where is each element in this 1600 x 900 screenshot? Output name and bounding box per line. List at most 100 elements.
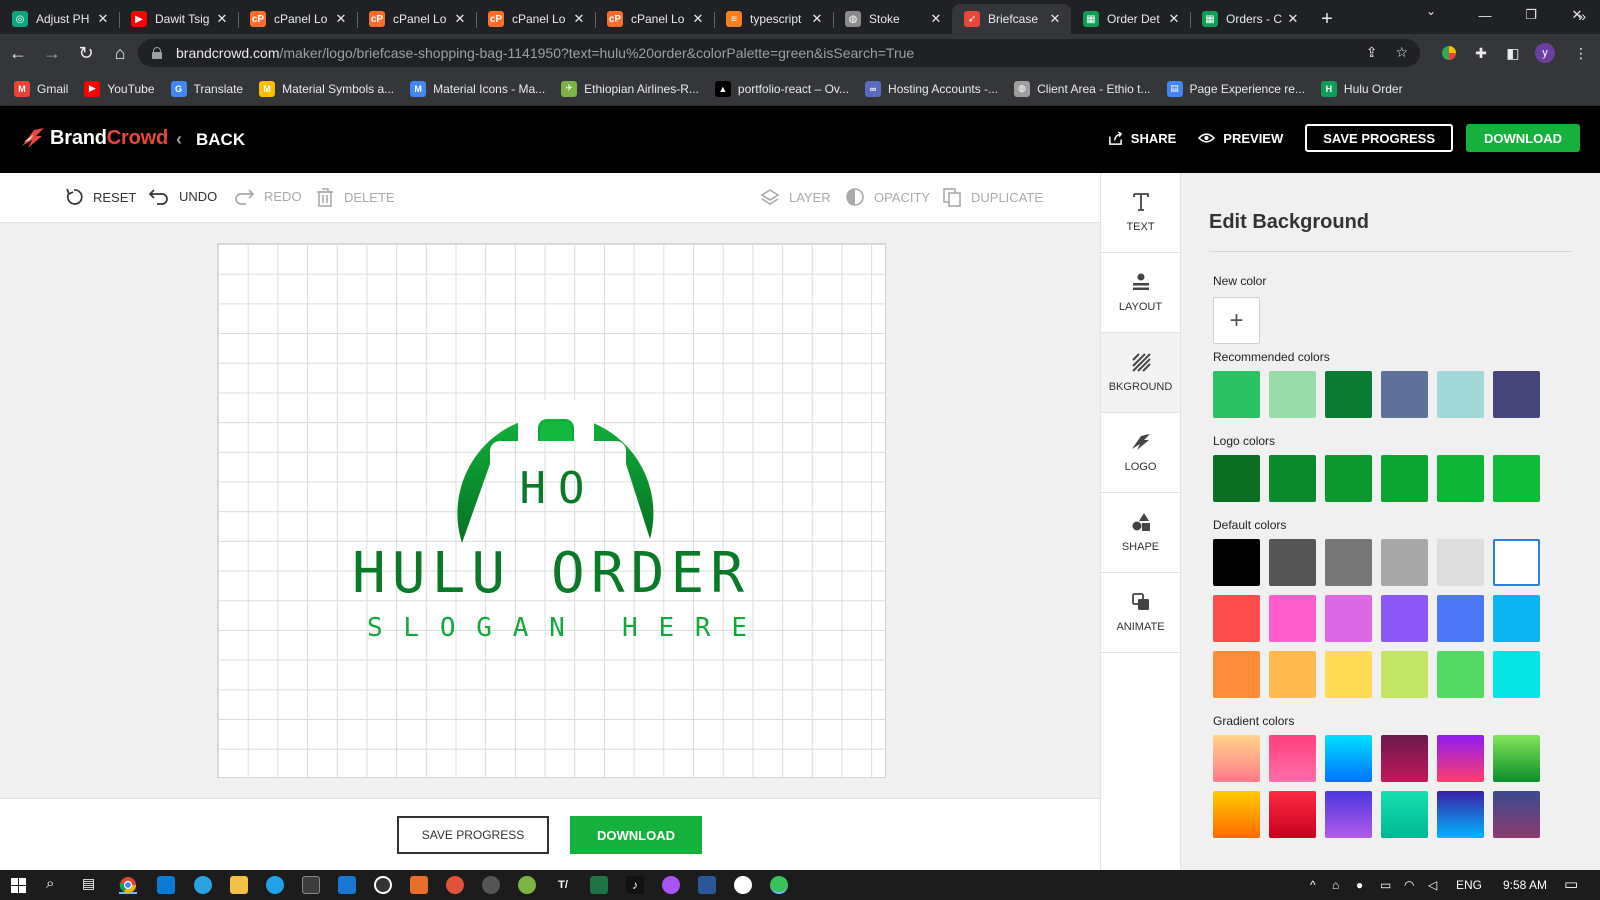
browser-tab[interactable]: ≡ typescript ✕ [714, 4, 833, 34]
xampp-taskbar-icon[interactable] [410, 876, 428, 894]
side-tab-layout[interactable]: LAYOUT [1101, 253, 1180, 333]
close-tab-icon[interactable]: ✕ [452, 11, 468, 27]
browser-tab[interactable]: ▶ Dawit Tsig ✕ [119, 4, 238, 34]
tab-search-icon[interactable]: ⌄ [1426, 4, 1436, 18]
logo-name[interactable]: HULU ORDER [352, 541, 762, 606]
home-icon[interactable]: ⌂ [104, 37, 136, 69]
bookmark-item[interactable]: M Gmail [14, 80, 68, 97]
share-page-icon[interactable]: ⇪ [1366, 44, 1378, 61]
telegram-taskbar-icon[interactable] [194, 876, 212, 894]
side-tab-text[interactable]: TEXT [1101, 173, 1180, 253]
side-tab-animate[interactable]: ANIMATE [1101, 573, 1180, 653]
profile-avatar[interactable]: y [1535, 43, 1555, 63]
browser-menu-icon[interactable]: ⋮ [1570, 42, 1592, 64]
typora-taskbar-icon[interactable]: T/ [554, 876, 572, 894]
bookmark-item[interactable]: G Translate [170, 80, 243, 97]
recommended-color-swatch[interactable] [1213, 371, 1260, 418]
redo-button[interactable]: REDO [233, 187, 302, 205]
default-color-swatch[interactable] [1437, 651, 1484, 698]
browser-tab[interactable]: ▦ Orders - C ✕ [1190, 4, 1309, 34]
default-color-swatch[interactable] [1381, 651, 1428, 698]
delete-button[interactable]: DELETE [315, 187, 395, 207]
close-tab-icon[interactable]: ✕ [1166, 11, 1182, 27]
close-tab-icon[interactable]: ✕ [95, 11, 111, 27]
share-button[interactable]: SHARE [1108, 131, 1176, 146]
bookmark-star-icon[interactable]: ☆ [1395, 44, 1408, 61]
browser-tab[interactable]: ➶ Briefcase ✕ [952, 4, 1071, 34]
close-tab-icon[interactable]: ✕ [1285, 11, 1301, 27]
clock[interactable]: 9:58 AM [1503, 878, 1547, 892]
obs-taskbar-icon[interactable] [482, 876, 500, 894]
wechat-taskbar-icon[interactable] [770, 876, 788, 894]
app-taskbar-icon[interactable] [734, 876, 752, 894]
default-color-swatch[interactable] [1493, 651, 1540, 698]
file-explorer-taskbar-icon[interactable] [230, 876, 248, 894]
default-color-swatch[interactable] [1325, 595, 1372, 642]
gradient-color-swatch[interactable] [1493, 735, 1540, 782]
side-tab-shape[interactable]: SHAPE [1101, 493, 1180, 573]
bookmark-item[interactable]: ∞ Hosting Accounts -... [865, 80, 998, 97]
recommended-color-swatch[interactable] [1381, 371, 1428, 418]
logo-color-swatch[interactable] [1381, 455, 1428, 502]
duplicate-button[interactable]: DUPLICATE [942, 187, 1043, 207]
close-tab-icon[interactable]: ✕ [214, 11, 230, 27]
default-color-swatch[interactable] [1213, 651, 1260, 698]
restore-icon[interactable]: ❐ [1508, 0, 1554, 30]
undo-button[interactable]: UNDO [148, 187, 217, 205]
close-tab-icon[interactable]: ✕ [690, 11, 706, 27]
default-color-swatch[interactable] [1437, 539, 1484, 586]
opacity-button[interactable]: OPACITY [845, 187, 930, 207]
back-arrow-icon[interactable]: ← [2, 37, 34, 69]
app-taskbar-icon[interactable] [374, 876, 392, 894]
default-color-swatch[interactable] [1269, 595, 1316, 642]
close-tab-icon[interactable]: ✕ [809, 11, 825, 27]
recommended-color-swatch[interactable] [1269, 371, 1316, 418]
browser-tab[interactable]: cP cPanel Lo ✕ [476, 4, 595, 34]
default-color-swatch[interactable] [1493, 595, 1540, 642]
battery-icon[interactable]: ▭ [1380, 878, 1391, 892]
mail-taskbar-icon[interactable] [338, 876, 356, 894]
save-progress-button[interactable]: SAVE PROGRESS [1305, 124, 1453, 152]
network-device-icon[interactable]: ⌂ [1332, 878, 1339, 892]
side-tab-logo[interactable]: LOGO [1101, 413, 1180, 493]
default-color-swatch[interactable] [1381, 595, 1428, 642]
show-hidden-icons-icon[interactable]: ^ [1310, 878, 1316, 892]
side-panel-icon[interactable]: ◧ [1502, 42, 1524, 64]
new-tab-button[interactable]: + [1309, 4, 1345, 34]
brandcrowd-logo[interactable]: Brand Crowd [20, 126, 168, 150]
logo-color-swatch[interactable] [1493, 455, 1540, 502]
default-color-swatch[interactable] [1325, 651, 1372, 698]
gradient-color-swatch[interactable] [1381, 791, 1428, 838]
tiktok-taskbar-icon[interactable]: ♪ [626, 876, 644, 894]
wifi-icon[interactable]: ◠ [1404, 878, 1414, 892]
browser-tab[interactable]: ◎ Adjust PH ✕ [0, 4, 119, 34]
gradient-color-swatch[interactable] [1325, 791, 1372, 838]
download-bottom-button[interactable]: DOWNLOAD [570, 816, 702, 854]
vscode-taskbar-icon[interactable] [157, 876, 175, 894]
default-color-swatch[interactable] [1325, 539, 1372, 586]
logo-monogram[interactable]: HO [520, 463, 597, 514]
lock-icon[interactable] [152, 47, 162, 59]
extension-colorful-icon[interactable] [1438, 42, 1460, 64]
close-tab-icon[interactable]: ✕ [928, 11, 944, 27]
side-tab-background[interactable]: BKGROUND [1101, 333, 1180, 413]
gradient-color-swatch[interactable] [1213, 735, 1260, 782]
app-taskbar-icon[interactable] [662, 876, 680, 894]
gradient-color-swatch[interactable] [1269, 791, 1316, 838]
bookmark-item[interactable]: M Material Symbols a... [259, 80, 394, 97]
save-progress-bottom-button[interactable]: SAVE PROGRESS [397, 816, 549, 854]
volume-icon[interactable]: ◁ [1428, 878, 1437, 892]
extensions-puzzle-icon[interactable]: ✚ [1470, 42, 1492, 64]
logo-design[interactable]: HO HULU ORDER SLOGAN HERE [218, 244, 887, 779]
bookmark-item[interactable]: ◍ Client Area - Ethio t... [1014, 80, 1151, 97]
logo-artboard[interactable]: HO HULU ORDER SLOGAN HERE [217, 243, 886, 778]
microphone-icon[interactable]: ● [1356, 878, 1363, 892]
bookmark-item[interactable]: ▶ YouTube [84, 80, 155, 97]
browser-tab[interactable]: cP cPanel Lo ✕ [595, 4, 714, 34]
windows-start-icon[interactable] [11, 878, 26, 893]
logo-color-swatch[interactable] [1213, 455, 1260, 502]
forward-arrow-icon[interactable]: → [36, 37, 68, 69]
edge-taskbar-icon[interactable] [266, 876, 284, 894]
gradient-color-swatch[interactable] [1325, 735, 1372, 782]
preview-button[interactable]: PREVIEW [1198, 131, 1283, 146]
